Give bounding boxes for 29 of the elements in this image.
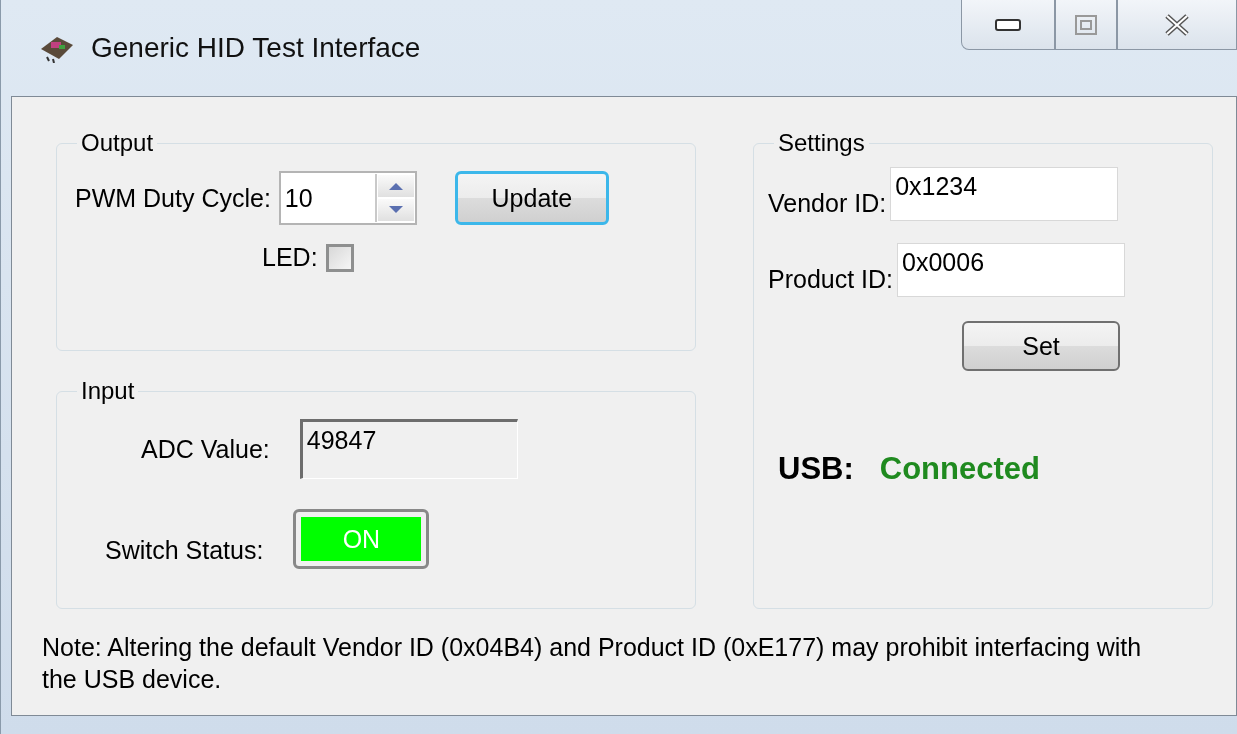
field-label: Switch Status: xyxy=(105,535,264,565)
window-title: Generic HID Test Interface xyxy=(91,32,421,64)
field-label: ADC Value: xyxy=(141,434,270,464)
update-button[interactable]: Update xyxy=(454,171,609,225)
field-label: Vendor ID: xyxy=(768,188,887,218)
spin-down-icon[interactable] xyxy=(377,199,414,221)
vendor-id-field[interactable]: 0x1234 xyxy=(890,167,1119,221)
group-title: Settings xyxy=(777,129,866,157)
status-text: ON xyxy=(301,517,422,561)
led-checkbox[interactable] xyxy=(325,243,354,272)
maximize-icon xyxy=(1075,14,1097,35)
group-title: Output xyxy=(80,129,155,157)
minimize-icon xyxy=(995,18,1021,31)
minimize-button[interactable] xyxy=(961,0,1055,50)
usb-label: USB: xyxy=(778,451,854,487)
pwm-spinbox[interactable]: 10 xyxy=(278,171,417,225)
maximize-button[interactable] xyxy=(1055,0,1117,50)
field-label: LED: xyxy=(262,243,318,272)
usb-status: Connected xyxy=(879,451,1040,487)
close-icon xyxy=(1164,13,1190,36)
adc-value-field[interactable]: 49847 xyxy=(299,419,518,479)
set-button[interactable]: Set xyxy=(962,321,1120,371)
group-title: Input xyxy=(80,377,136,405)
spin-up-icon[interactable] xyxy=(377,175,414,197)
field-label: PWM Duty Cycle: xyxy=(75,183,271,213)
close-button[interactable] xyxy=(1117,0,1237,50)
field-label: Product ID: xyxy=(768,264,894,294)
product-id-field[interactable]: 0x0006 xyxy=(897,243,1126,297)
note-text: Note: Altering the default Vendor ID (0x04B4) and Product ID (0xE177) may prohibit interfacing with the USB device. xyxy=(42,632,1143,695)
